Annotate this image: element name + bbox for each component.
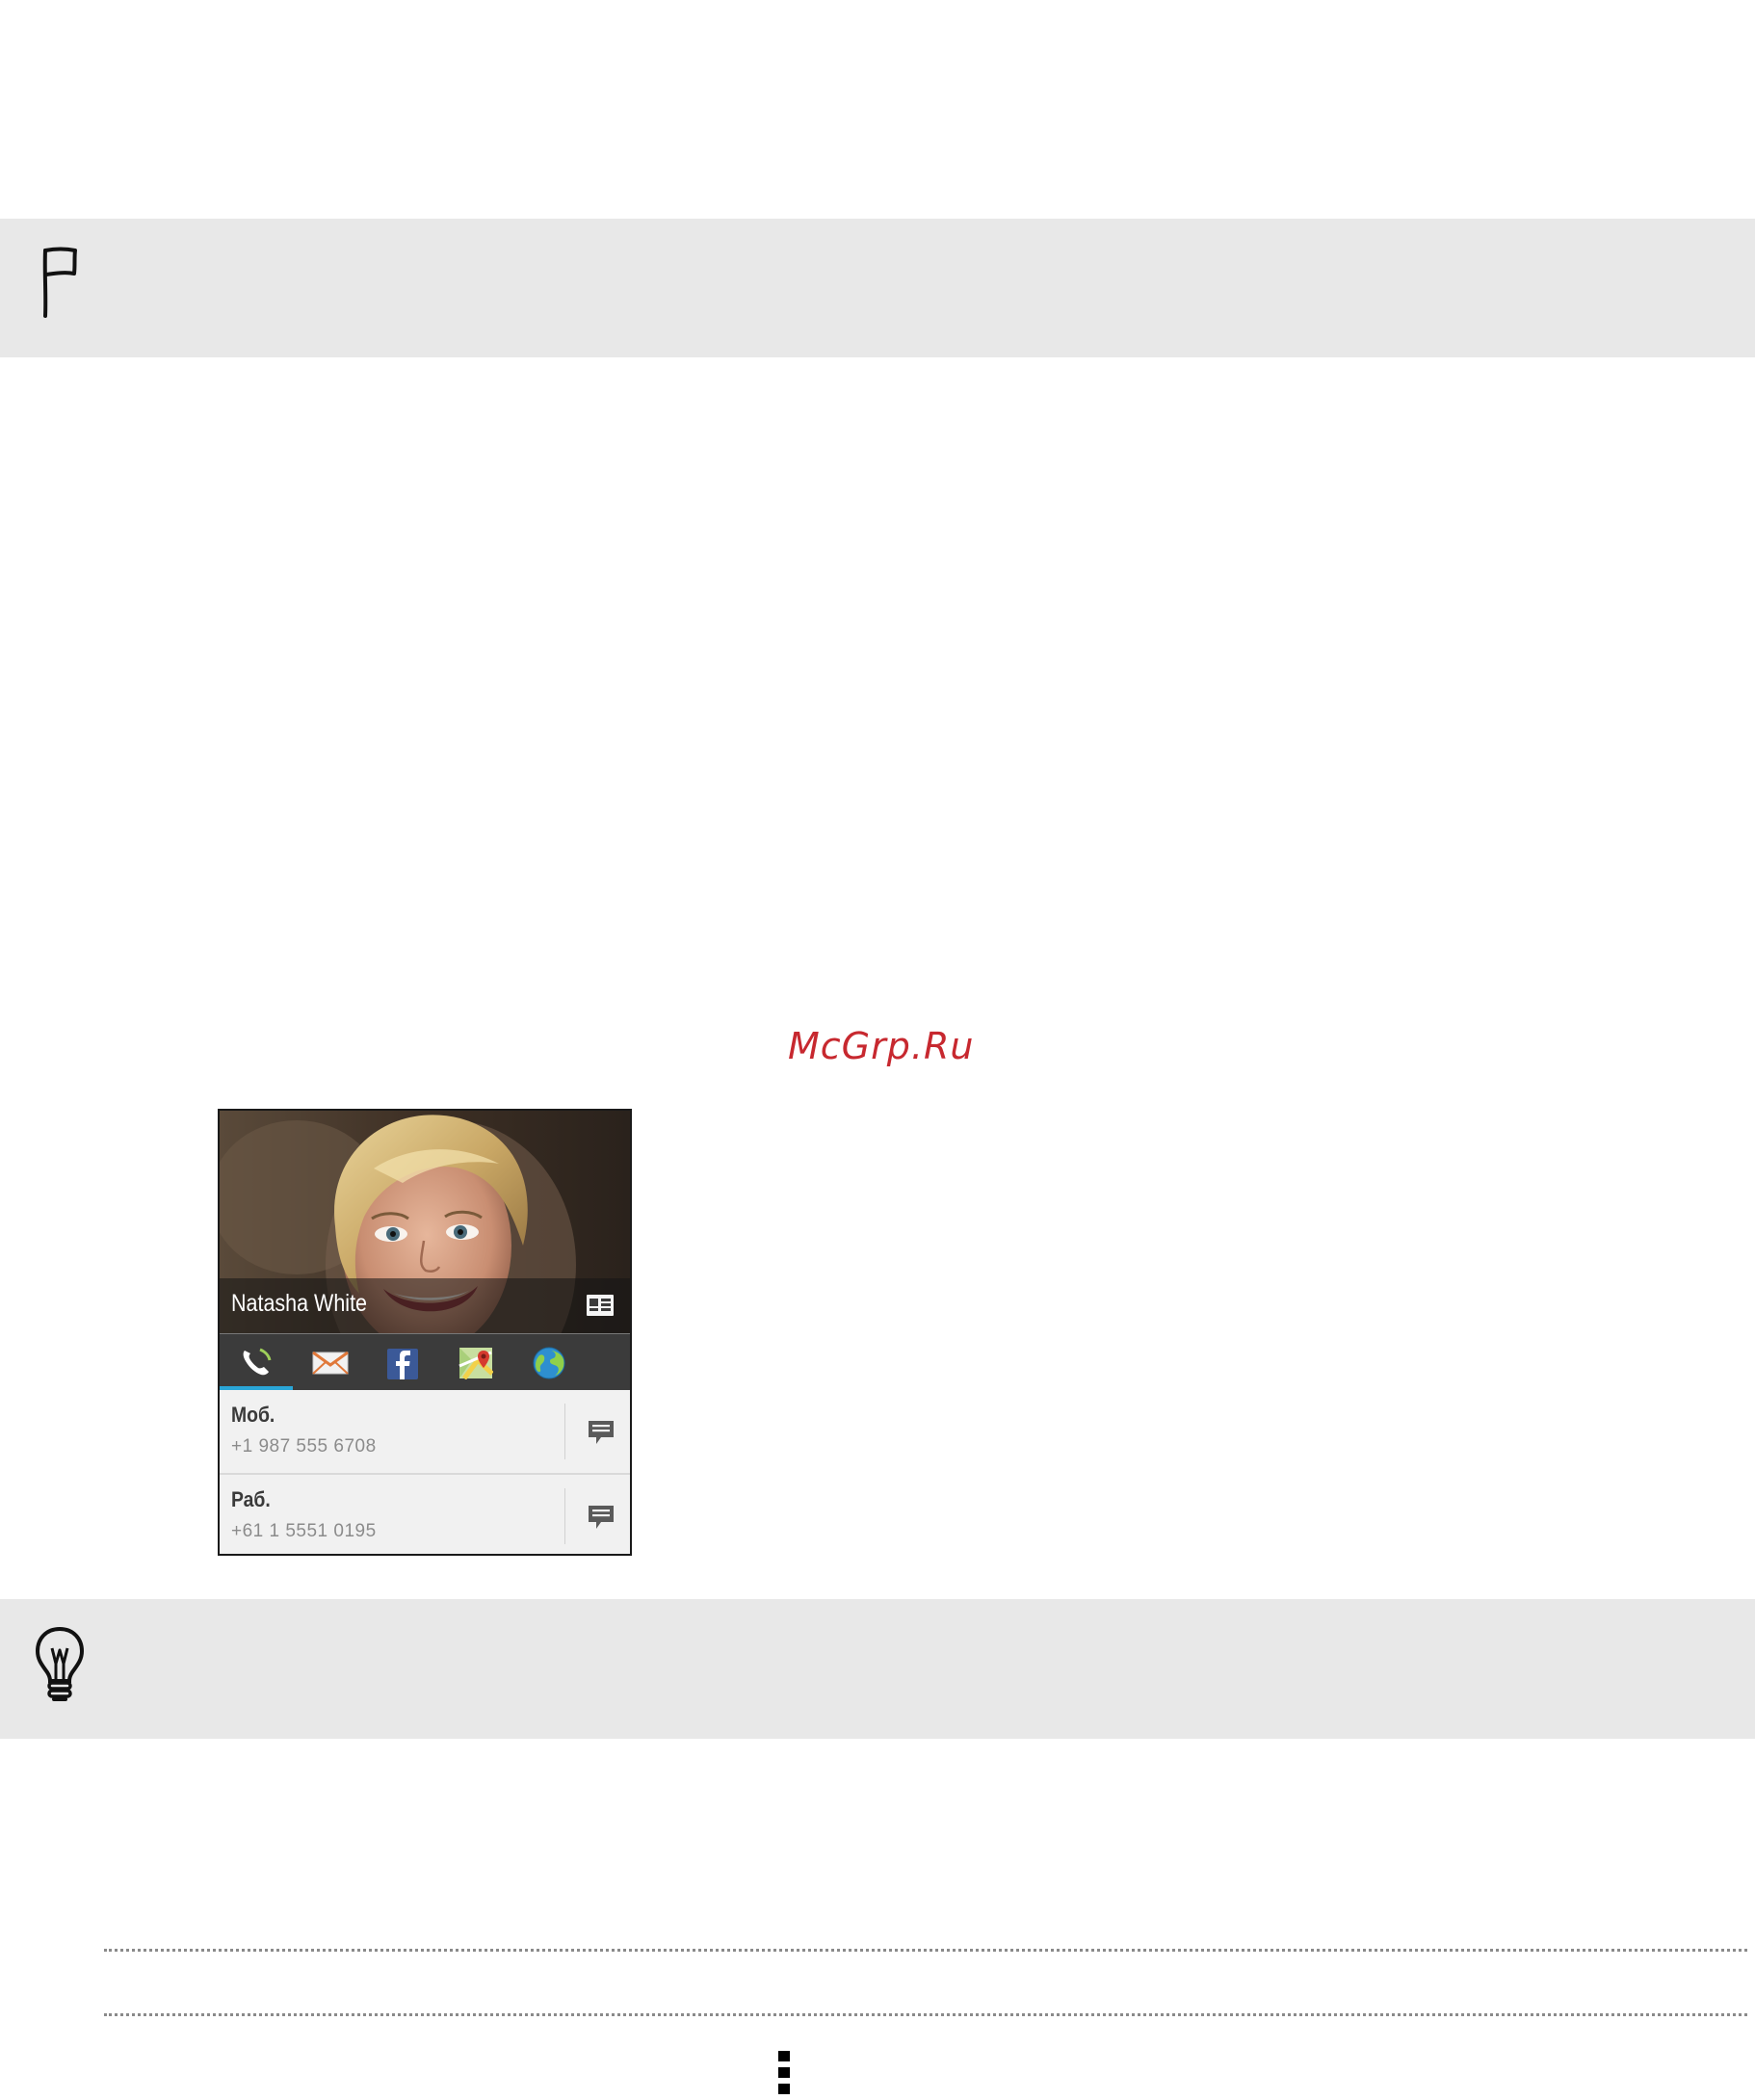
- contact-tabs: [220, 1334, 630, 1390]
- send-message-button[interactable]: [568, 1390, 630, 1473]
- list-item[interactable]: Моб. +1 987 555 6708: [220, 1390, 630, 1475]
- contact-name: Natasha White: [231, 1290, 368, 1317]
- tab-web[interactable]: [512, 1334, 586, 1390]
- tab-phone[interactable]: [220, 1334, 293, 1390]
- tab-facebook[interactable]: [366, 1334, 439, 1390]
- contact-card-icon[interactable]: [586, 1294, 615, 1321]
- lightbulb-icon: [33, 1625, 87, 1710]
- contact-name-bar: Natasha White: [220, 1278, 630, 1334]
- phone-type-label: Моб.: [231, 1403, 275, 1427]
- more-vertical-icon: [778, 2051, 792, 2095]
- flag-icon: [33, 245, 81, 324]
- map-icon: [458, 1348, 493, 1379]
- divider: [564, 1488, 565, 1544]
- divider: [564, 1404, 565, 1459]
- message-icon: [589, 1421, 614, 1444]
- dotted-divider: [104, 2013, 1747, 2016]
- watermark-text: McGrp.Ru: [788, 1025, 975, 1067]
- globe-icon: [533, 1347, 565, 1379]
- tab-map[interactable]: [439, 1334, 512, 1390]
- send-message-button[interactable]: [568, 1475, 630, 1554]
- mail-icon: [312, 1351, 349, 1375]
- dotted-divider: [104, 1949, 1747, 1952]
- list-item[interactable]: Раб. +61 1 5551 0195: [220, 1475, 630, 1554]
- tip-band: [0, 1599, 1755, 1739]
- message-icon: [589, 1506, 614, 1529]
- note-band: [0, 219, 1755, 357]
- phone-icon: [243, 1348, 272, 1376]
- phone-number: +61 1 5551 0195: [231, 1521, 377, 1541]
- phone-type-label: Раб.: [231, 1487, 271, 1511]
- tab-email[interactable]: [293, 1334, 366, 1390]
- facebook-icon: [387, 1349, 418, 1379]
- contact-card-screenshot: Natasha White Моб. +1 987 555 6708 Раб. …: [218, 1109, 632, 1556]
- phone-number: +1 987 555 6708: [231, 1436, 377, 1457]
